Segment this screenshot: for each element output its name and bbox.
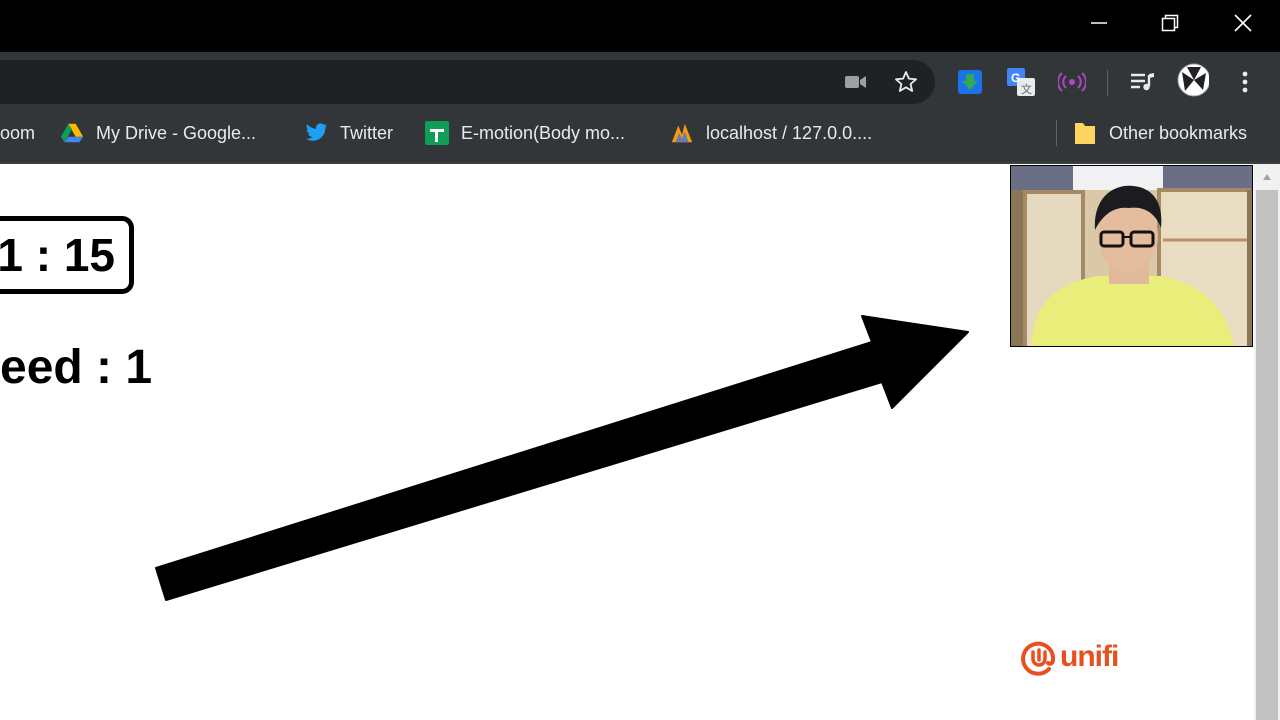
unifi-at-icon [1021,641,1055,676]
star-icon[interactable] [890,66,922,98]
download-extension-icon[interactable] [954,66,986,98]
bookmark-label: My Drive - Google... [96,122,257,143]
bookmark-other[interactable]: Other bookmarks [1073,112,1247,154]
google-drive-icon [60,121,84,145]
bookmark-zoom[interactable]: oom [0,112,35,154]
scrollbar-thumb[interactable] [1256,190,1278,720]
twitter-icon [304,121,328,145]
more-menu-icon[interactable] [1229,66,1261,98]
minimize-icon[interactable] [1076,0,1122,46]
google-translate-icon[interactable]: G文 [1005,66,1037,98]
speed-display: eed : 1 [0,341,153,394]
arrow-graphic [155,315,969,601]
bookmarks-separator [1056,120,1057,146]
bookmark-e-motion[interactable]: E-motion(Body mo... [425,112,625,154]
cast-broadcast-icon[interactable] [1056,66,1088,98]
bookmark-localhost[interactable]: localhost / 127.0.0.... [670,112,872,154]
scroll-up-arrow-icon[interactable] [1254,164,1280,190]
bookmark-label: localhost / 127.0.0.... [706,122,873,143]
unifi-logo: unifi [1020,638,1119,676]
close-icon[interactable] [1220,0,1266,46]
video-camera-icon[interactable] [840,66,872,98]
folder-icon [1073,121,1097,145]
profile-avatar-icon[interactable] [1177,63,1209,97]
svg-text:文: 文 [1021,82,1032,96]
window-titlebar [0,0,1280,52]
phpmyadmin-icon [670,121,694,145]
bookmark-label: oom [0,122,36,143]
media-queue-icon[interactable] [1127,66,1159,98]
timer-display: 1 : 15 [0,216,134,294]
vertical-scrollbar[interactable] [1254,164,1280,720]
bookmark-label: Other bookmarks [1109,122,1248,143]
bookmark-label: E-motion(Body mo... [461,122,626,143]
bookmark-google-drive[interactable]: My Drive - Google... [60,112,256,154]
webcam-preview[interactable] [1010,165,1253,347]
bookmarks-border [0,162,1280,164]
browser-toolbar: G文 [0,52,1280,112]
restore-icon[interactable] [1147,0,1193,46]
unifi-logo-text: unifi [1060,640,1119,673]
google-sheets-icon [425,121,449,145]
toolbar-separator [1107,70,1108,96]
bookmark-label: Twitter [340,122,394,143]
bookmarks-bar: oom My Drive - Google... Twitter E-motio… [0,112,1280,162]
webcam-video [1011,166,1252,346]
address-bar[interactable] [0,60,935,104]
timer-value: 1 : 15 [0,229,115,281]
svg-text:G: G [1011,71,1020,85]
bookmark-twitter[interactable]: Twitter [304,112,393,154]
